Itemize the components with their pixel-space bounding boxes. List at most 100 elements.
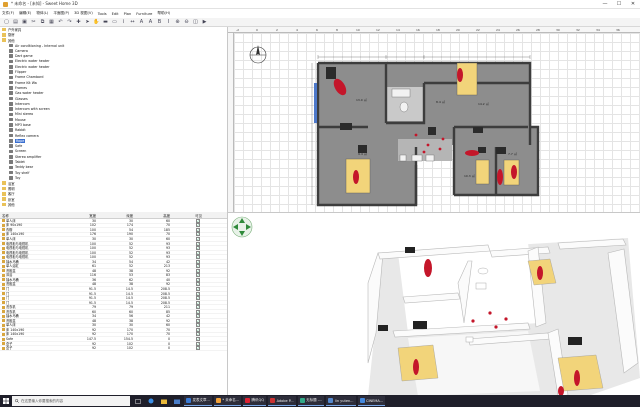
menu-plan[interactable]: 平面图(P) bbox=[53, 11, 69, 16]
start-button[interactable] bbox=[0, 395, 12, 407]
photo-icon[interactable]: ◫ bbox=[192, 19, 199, 26]
visible-checkbox[interactable]: ✓ bbox=[196, 223, 200, 228]
catalog-category[interactable]: 其他 bbox=[0, 202, 227, 207]
visible-checkbox[interactable]: ✓ bbox=[196, 236, 200, 241]
menu-tools[interactable]: Tools bbox=[98, 12, 107, 16]
menu-edit-en[interactable]: Edit bbox=[112, 12, 119, 16]
furniture-icon bbox=[2, 219, 5, 223]
visible-checkbox[interactable]: ✓ bbox=[196, 282, 200, 287]
visible-checkbox[interactable]: ✓ bbox=[196, 232, 200, 237]
visible-checkbox[interactable]: ✓ bbox=[196, 218, 200, 223]
app-icon bbox=[359, 398, 365, 403]
column-header-depth[interactable]: 深度 bbox=[96, 213, 133, 218]
taskbar-app-button[interactable]: 发表文章... bbox=[184, 396, 212, 406]
column-header-visible[interactable]: 可见 bbox=[170, 213, 214, 218]
text-style-icon[interactable]: A bbox=[147, 19, 154, 26]
visible-checkbox[interactable]: ✓ bbox=[196, 332, 200, 337]
italic-icon[interactable]: I bbox=[165, 19, 172, 26]
cell-height: 70 bbox=[165, 332, 170, 337]
open-icon[interactable]: ▤ bbox=[12, 19, 19, 26]
menu-3d-view[interactable]: 3D 视图(V) bbox=[74, 11, 93, 16]
navigation-arrows-icon[interactable] bbox=[231, 216, 253, 238]
taskbar-app-button[interactable]: CINEMA... bbox=[357, 396, 386, 406]
maximize-button[interactable]: ☐ bbox=[612, 0, 626, 9]
floor-plan-drawing[interactable]: 13.0 ㎡ 9.4 ㎡ 8.4 ㎡ 14.2 ㎡ 10.3 ㎡ 7.7 ㎡ bbox=[228, 27, 640, 212]
menu-plan-en[interactable]: Plan bbox=[124, 12, 132, 16]
wall-icon[interactable]: ▬ bbox=[102, 19, 109, 26]
visible-checkbox[interactable]: ✓ bbox=[196, 259, 200, 264]
visible-checkbox[interactable]: ✓ bbox=[196, 327, 200, 332]
visible-checkbox[interactable]: ✓ bbox=[196, 241, 200, 246]
visible-checkbox[interactable]: ✓ bbox=[196, 341, 200, 346]
visible-checkbox[interactable]: ✓ bbox=[196, 291, 200, 296]
taskbar-app-button[interactable]: 无标题 -... bbox=[297, 396, 325, 406]
column-header-height[interactable]: 高度 bbox=[133, 213, 170, 218]
visible-checkbox[interactable]: ✓ bbox=[196, 305, 200, 310]
menu-furniture[interactable]: 物体(L) bbox=[36, 11, 48, 16]
visible-checkbox[interactable]: ✓ bbox=[196, 346, 200, 351]
visible-checkbox[interactable]: ✓ bbox=[196, 286, 200, 291]
save-icon[interactable]: ▣ bbox=[21, 19, 28, 26]
add-furniture-icon[interactable]: ✚ bbox=[75, 19, 82, 26]
pan-icon[interactable]: ✋ bbox=[93, 19, 100, 26]
zoom-out-icon[interactable]: ⊖ bbox=[183, 19, 190, 26]
menu-file[interactable]: 文件(F) bbox=[2, 11, 14, 16]
table-row[interactable]: 盒子 92 102 0 ✓ bbox=[0, 346, 227, 351]
menu-furniture-en[interactable]: Furniture bbox=[136, 12, 152, 16]
visible-checkbox[interactable]: ✓ bbox=[196, 300, 200, 305]
column-header-width[interactable]: 宽度 bbox=[64, 213, 96, 218]
new-file-icon[interactable]: ▢ bbox=[3, 19, 10, 26]
catalog-item-label: Camera bbox=[15, 48, 28, 53]
visible-checkbox[interactable]: ✓ bbox=[196, 309, 200, 314]
window-icon[interactable] bbox=[314, 83, 317, 123]
plan-view[interactable]: -2 0 2 4 6 8 10 12 14 16 18 20 22 24 26 28 30 32 34 36 bbox=[228, 27, 640, 212]
label-icon[interactable]: A bbox=[138, 19, 145, 26]
visible-checkbox[interactable]: ✓ bbox=[196, 323, 200, 328]
task-view-icon[interactable] bbox=[132, 396, 143, 406]
store-icon[interactable] bbox=[171, 396, 182, 406]
column-header-name[interactable]: 名称 bbox=[0, 213, 64, 218]
visible-checkbox[interactable]: ✓ bbox=[196, 314, 200, 319]
polyline-icon[interactable]: ⌇ bbox=[120, 19, 127, 26]
visible-checkbox[interactable]: ✓ bbox=[196, 250, 200, 255]
visible-checkbox[interactable]: ✓ bbox=[196, 255, 200, 260]
visible-checkbox[interactable]: ✓ bbox=[196, 264, 200, 269]
cell-name: 电视柜与电视机 bbox=[0, 242, 64, 246]
video-icon[interactable]: ▶ bbox=[201, 19, 208, 26]
room-icon[interactable]: ▭ bbox=[111, 19, 118, 26]
cell-height: 92 bbox=[165, 282, 170, 287]
menu-edit[interactable]: 编辑(E) bbox=[19, 11, 31, 16]
visible-checkbox[interactable]: ✓ bbox=[196, 318, 200, 323]
menu-help[interactable]: 帮助(H) bbox=[157, 11, 170, 16]
copy-icon[interactable]: ⧉ bbox=[39, 19, 46, 26]
cell-name-text: 床 140x190 bbox=[6, 232, 25, 237]
file-explorer-icon[interactable] bbox=[158, 396, 169, 406]
3d-view[interactable] bbox=[228, 212, 640, 395]
visible-checkbox[interactable]: ✓ bbox=[196, 273, 200, 278]
redo-icon[interactable]: ↷ bbox=[66, 19, 73, 26]
minimize-button[interactable]: — bbox=[598, 0, 612, 9]
taskbar-search-box[interactable]: 在这里输入你要搜索的内容 bbox=[12, 396, 130, 406]
taskbar-app-button[interactable]: * 未命名... bbox=[213, 396, 242, 406]
visible-checkbox[interactable]: ✓ bbox=[196, 268, 200, 273]
taskbar-app-button[interactable]: Adobe P... bbox=[268, 396, 296, 406]
cell-name: 床 140x190 bbox=[0, 232, 64, 236]
compass-icon[interactable] bbox=[249, 45, 267, 64]
edge-icon[interactable] bbox=[145, 396, 156, 406]
select-icon[interactable]: ➤ bbox=[84, 19, 91, 26]
bold-icon[interactable]: B bbox=[156, 19, 163, 26]
close-button[interactable]: ✕ bbox=[626, 0, 640, 9]
visible-checkbox[interactable]: ✓ bbox=[196, 277, 200, 282]
taskbar-app-button[interactable]: lin yuten... bbox=[326, 396, 356, 406]
zoom-in-icon[interactable]: ⊕ bbox=[174, 19, 181, 26]
visible-checkbox[interactable]: ✓ bbox=[196, 337, 200, 341]
paste-icon[interactable]: ▦ bbox=[48, 19, 55, 26]
visible-checkbox[interactable]: ✓ bbox=[196, 246, 200, 251]
visible-checkbox[interactable]: ✓ bbox=[196, 227, 200, 232]
cut-icon[interactable]: ✂ bbox=[30, 19, 37, 26]
undo-icon[interactable]: ↶ bbox=[57, 19, 64, 26]
3d-house-render[interactable] bbox=[228, 213, 640, 395]
dimension-icon[interactable]: ↔ bbox=[129, 19, 136, 26]
taskbar-app-button[interactable]: 腾讯QQ bbox=[243, 396, 267, 406]
visible-checkbox[interactable]: ✓ bbox=[196, 296, 200, 301]
